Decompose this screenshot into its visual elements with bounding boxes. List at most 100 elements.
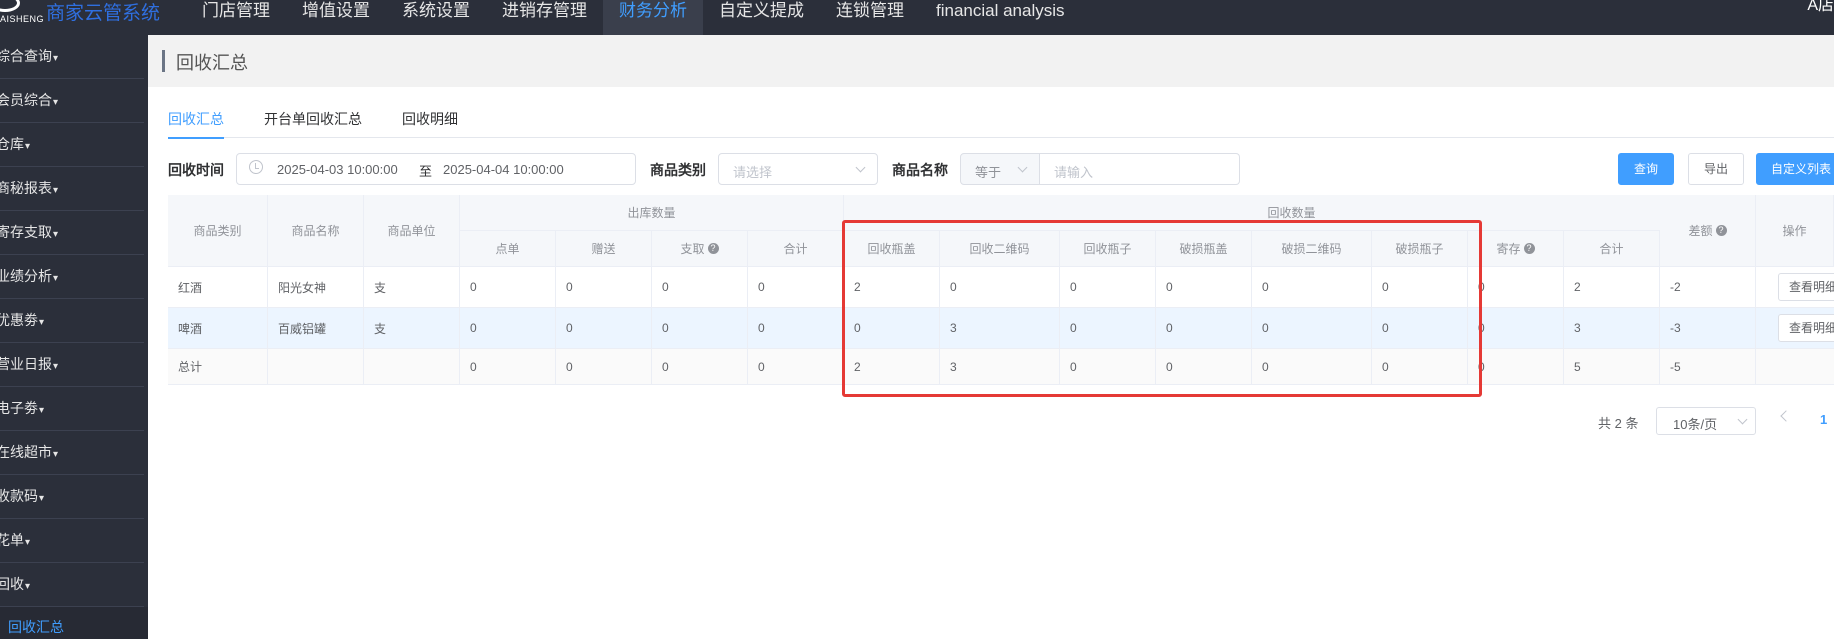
cell-total-label: 总计 (168, 349, 268, 384)
cell-difference: -3 (1660, 308, 1756, 348)
cell-recycle-qrcode: 0 (940, 267, 1060, 307)
help-icon[interactable]: ? (1715, 225, 1727, 236)
cell-recycle-caps: 2 (844, 267, 940, 307)
cell-recycle-qrcode: 3 (940, 349, 1060, 384)
cell-deposit: 0 (1468, 267, 1564, 307)
sidebar-item-member[interactable]: 会员综合▾ (0, 79, 144, 123)
pagination-total: 共 2 条 (1598, 416, 1639, 431)
date-separator: 至 (419, 164, 433, 179)
caret-down-icon: ▾ (53, 97, 59, 108)
category-placeholder: 请选择 (733, 165, 773, 180)
sidebar-item-label: 仓库 (0, 136, 24, 152)
nav-financial-analysis[interactable]: 财务分析 (603, 0, 703, 35)
sidebar-item-payment-code[interactable]: 收款码▾ (0, 475, 144, 519)
sidebar-item-general-query[interactable]: 综合查询▾ (0, 35, 144, 79)
col-header-recycle-bottles: 回收瓶子 (1060, 231, 1156, 267)
page-title: 回收汇总 (176, 53, 248, 73)
compare-operator-value: 等于 (975, 165, 1002, 180)
view-detail-button[interactable]: 查看明细 (1778, 273, 1834, 301)
date-range-picker[interactable]: 2025-04-03 10:00:00 至 2025-04-04 10:00:0… (236, 153, 636, 185)
cell-category: 红酒 (168, 267, 268, 307)
sidebar-item-label: 寄存支取 (0, 224, 52, 240)
col-header-withdraw: 支取? (652, 231, 748, 267)
help-icon[interactable]: ? (707, 243, 719, 254)
sidebar-item-daily-report[interactable]: 营业日报▾ (0, 343, 144, 387)
tab-order-recycle-summary[interactable]: 开台单回收汇总 (264, 104, 362, 138)
user-store-name: A店 (1807, 0, 1834, 14)
table-row: 啤酒 百威铝罐 支 0 0 0 0 0 3 0 0 0 0 0 3 -3 查看明… (168, 308, 1834, 349)
prev-page-icon[interactable] (1780, 410, 1792, 422)
nav-chain-management[interactable]: 连锁管理 (820, 0, 920, 35)
date-start[interactable]: 2025-04-03 10:00:00 (277, 162, 398, 177)
cell-broken-bottles: 0 (1372, 349, 1468, 384)
nav-custom-commission[interactable]: 自定义提成 (703, 0, 820, 35)
cell-recycle-total: 3 (1564, 308, 1660, 348)
tab-recycle-summary[interactable]: 回收汇总 (168, 104, 224, 139)
cell-recycle-qrcode: 3 (940, 308, 1060, 348)
user-info[interactable]: A店 (1774, 0, 1834, 16)
page-size-select[interactable]: 10条/页 (1656, 407, 1756, 435)
group-header-outbound: 出库数量 (460, 195, 844, 231)
col-header-difference-label: 差额 (1688, 224, 1713, 238)
group-header-recycle: 回收数量 (844, 195, 1740, 231)
chevron-down-icon (1017, 162, 1028, 173)
tab-bar: 回收汇总 开台单回收汇总 回收明细 (168, 104, 1834, 139)
sidebar-item-performance[interactable]: 业绩分析▾ (0, 255, 144, 299)
export-button[interactable]: 导出 (1688, 153, 1744, 185)
cell-broken-qrcode: 0 (1252, 349, 1372, 384)
cell-deposit: 0 (1468, 349, 1564, 384)
nav-store-management[interactable]: 门店管理 (186, 0, 286, 35)
nav-value-added[interactable]: 增值设置 (286, 0, 386, 35)
cell-recycle-bottles: 0 (1060, 308, 1156, 348)
sidebar-item-e-coupons[interactable]: 电子劵▾ (0, 387, 144, 431)
cell-withdraw: 0 (652, 349, 748, 384)
cell-gift: 0 (556, 349, 652, 384)
sidebar-item-recycle[interactable]: 回收▾ (0, 563, 144, 607)
current-page-number[interactable]: 1 (1820, 412, 1827, 427)
caret-down-icon: ▾ (53, 185, 59, 196)
brand-logo[interactable]: AISHENG 商家云管系统 (0, 0, 180, 35)
tab-recycle-detail[interactable]: 回收明细 (402, 104, 458, 138)
sidebar-item-flower-orders[interactable]: 花单▾ (0, 519, 144, 563)
query-button[interactable]: 查询 (1618, 153, 1674, 185)
top-navbar: AISHENG 商家云管系统 门店管理 增值设置 系统设置 进销存管理 财务分析… (0, 0, 1834, 35)
date-end[interactable]: 2025-04-04 10:00:00 (443, 162, 564, 177)
sidebar-item-label: 商秘报表 (0, 180, 52, 196)
cell-out-total: 0 (748, 308, 844, 348)
view-detail-button[interactable]: 查看明细 (1778, 314, 1834, 342)
custom-list-button[interactable]: 自定义列表 (1756, 153, 1834, 185)
caret-down-icon: ▾ (39, 493, 45, 504)
caret-down-icon: ▾ (53, 449, 59, 460)
product-name-input[interactable]: 请输入 (1040, 153, 1240, 185)
sidebar-item-reports[interactable]: 商秘报表▾ (0, 167, 144, 211)
col-header-product-name: 商品名称 (268, 195, 364, 267)
sidebar-item-warehouse[interactable]: 仓库▾ (0, 123, 144, 167)
sidebar-item-coupons[interactable]: 优惠劵▾ (0, 299, 144, 343)
nav-inventory[interactable]: 进销存管理 (486, 0, 603, 35)
cell-broken-caps: 0 (1156, 267, 1252, 307)
category-select[interactable]: 请选择 (718, 153, 878, 185)
nav-financial-analysis-en[interactable]: financial analysis (920, 0, 1081, 35)
sidebar-item-online-market[interactable]: 在线超市▾ (0, 431, 144, 475)
header-accent-bar (162, 50, 165, 72)
cell-withdraw: 0 (652, 267, 748, 307)
cell-gift: 0 (556, 267, 652, 307)
cell-recycle-total: 5 (1564, 349, 1660, 384)
cell-out-total: 0 (748, 267, 844, 307)
cell-recycle-bottles: 0 (1060, 349, 1156, 384)
caret-down-icon: ▾ (25, 141, 31, 152)
cell-broken-caps: 0 (1156, 349, 1252, 384)
col-header-broken-caps: 破损瓶盖 (1156, 231, 1252, 267)
col-header-withdraw-label: 支取 (680, 242, 705, 256)
sidebar-subitem-recycle-summary[interactable]: 回收汇总 (0, 607, 148, 639)
nav-system-settings[interactable]: 系统设置 (386, 0, 486, 35)
cell-unit (364, 349, 460, 384)
help-icon[interactable]: ? (1523, 243, 1535, 254)
clock-icon (249, 160, 263, 174)
compare-operator-select[interactable]: 等于 (960, 153, 1040, 185)
cell-broken-qrcode: 0 (1252, 267, 1372, 307)
app-title: 商家云管系统 (46, 3, 161, 24)
sidebar-item-deposit[interactable]: 寄存支取▾ (0, 211, 144, 255)
col-header-category: 商品类别 (168, 195, 268, 267)
col-header-deposit: 寄存? (1468, 231, 1564, 267)
